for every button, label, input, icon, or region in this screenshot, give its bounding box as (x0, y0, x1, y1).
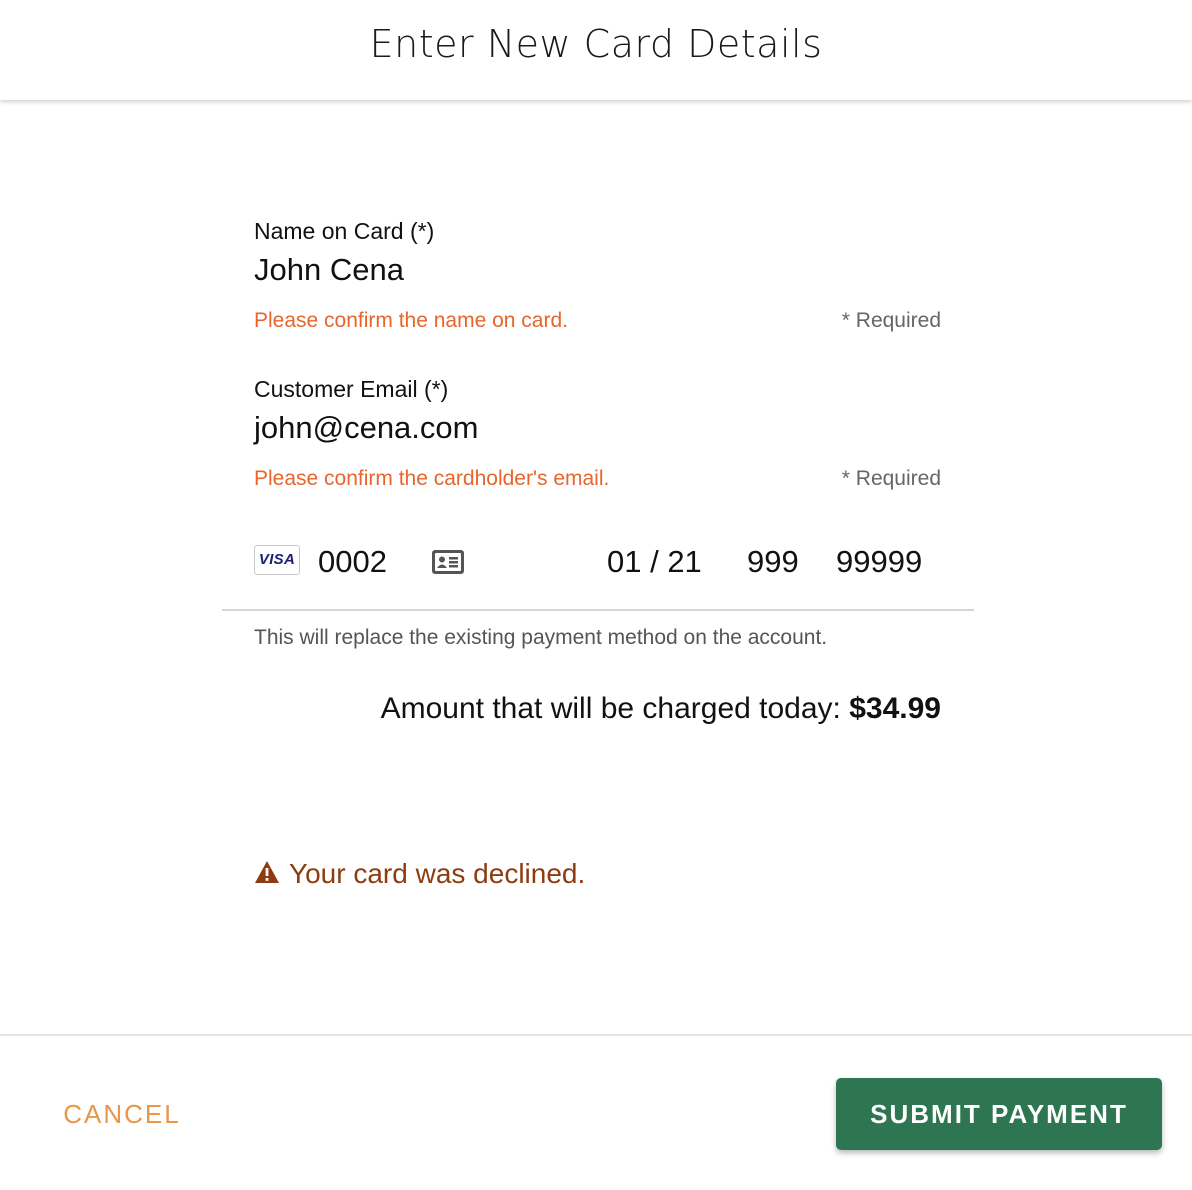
amount-label: Amount that will be charged today: (380, 692, 841, 725)
amount-value: $34.99 (849, 692, 941, 725)
amount-charged: Amount that will be charged today: $34.9… (381, 692, 941, 726)
dialog-header: Enter New Card Details (0, 0, 1192, 100)
name-on-card-error: Please confirm the name on card. (254, 309, 568, 332)
customer-email-input[interactable]: john@cena.com (254, 410, 478, 446)
card-cvc-input[interactable]: 999 (747, 540, 799, 584)
name-on-card-label: Name on Card (*) (254, 218, 435, 244)
card-expiry-input[interactable]: 01 / 21 (607, 540, 702, 584)
warning-icon (255, 861, 279, 883)
customer-email-error: Please confirm the cardholder's email. (254, 467, 610, 490)
card-input-underline (222, 609, 974, 611)
name-on-card-required-hint: * Required (841, 309, 941, 332)
replace-payment-note: This will replace the existing payment m… (254, 626, 828, 649)
name-on-card-input[interactable]: John Cena (254, 252, 404, 288)
card-input-row[interactable]: VISA 0002 01 / 21 999 99999 (254, 540, 954, 584)
dialog-title: Enter New Card Details (369, 22, 823, 66)
cancel-button[interactable]: CANCEL (40, 1084, 204, 1144)
visa-card-icon: VISA (254, 545, 300, 575)
card-details-dialog: Enter New Card Details Name on Card (*) … (0, 0, 1192, 1190)
card-number-input[interactable]: 0002 (318, 540, 387, 584)
decline-message: Your card was declined. (289, 858, 586, 889)
id-card-icon (432, 550, 464, 574)
card-zip-input[interactable]: 99999 (836, 540, 922, 584)
customer-email-required-hint: * Required (841, 467, 941, 490)
footer-divider (0, 1034, 1192, 1036)
customer-email-label: Customer Email (*) (254, 376, 449, 402)
submit-payment-button[interactable]: SUBMIT PAYMENT (836, 1078, 1162, 1150)
